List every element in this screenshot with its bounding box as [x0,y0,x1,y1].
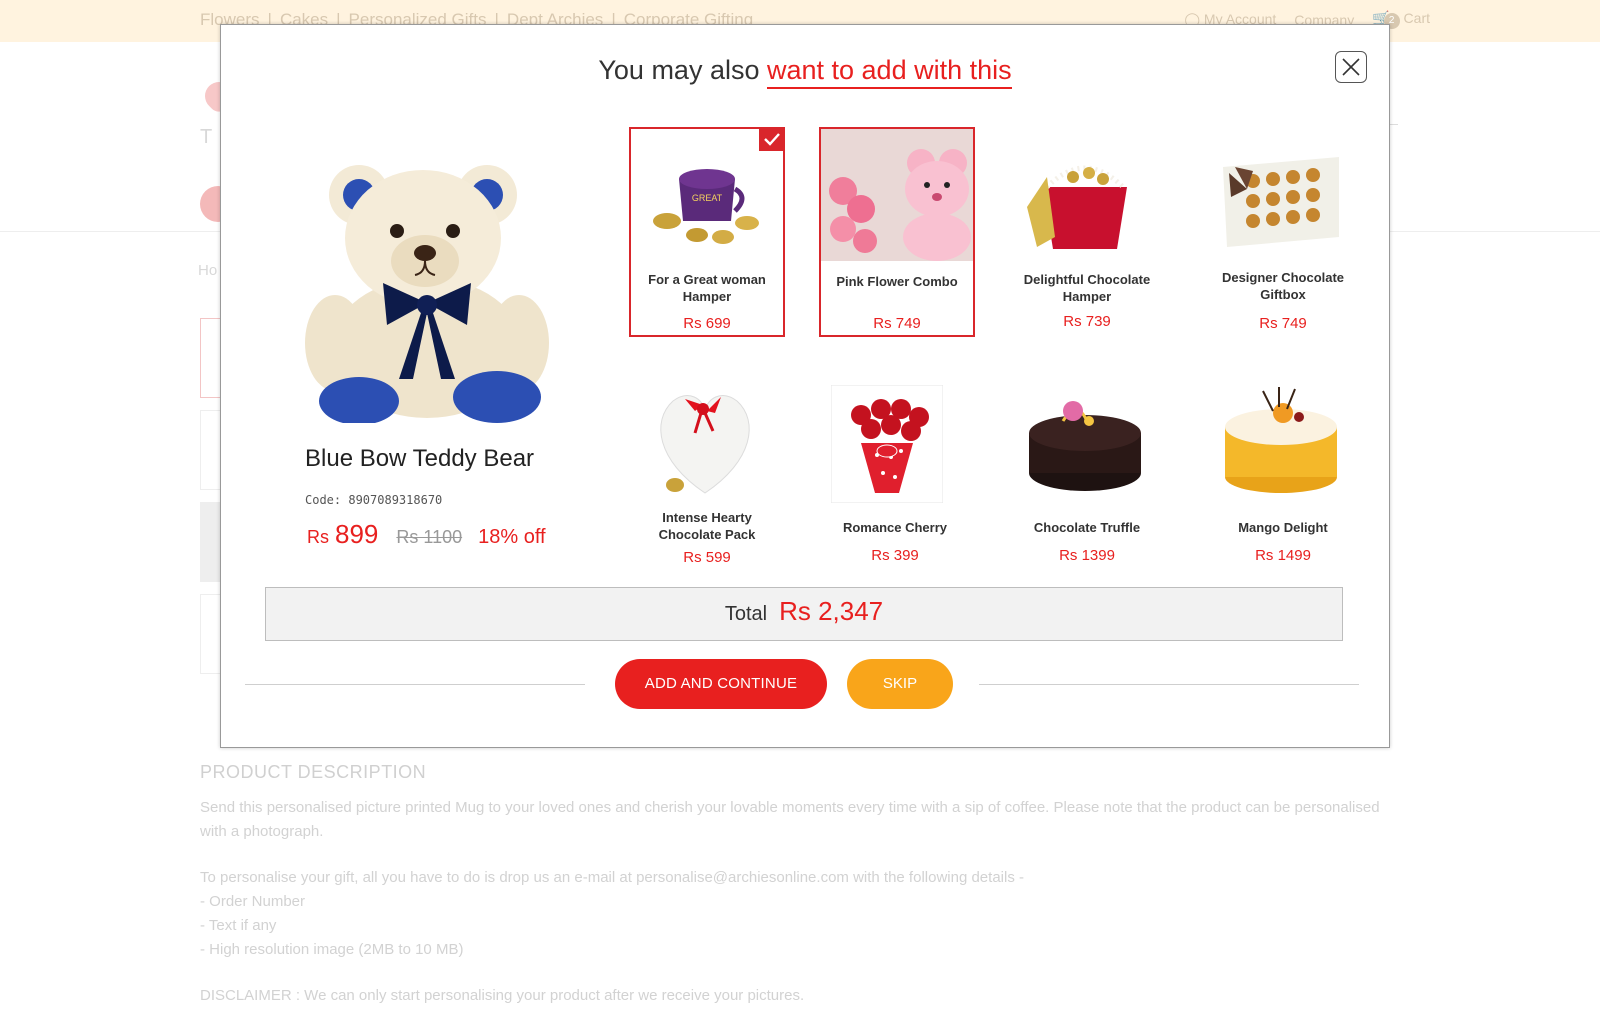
teddy-bear-image [305,165,549,425]
addon-price: Rs 599 [683,549,731,566]
option-box[interactable] [200,318,222,398]
addon-card-mango-delight[interactable]: Mango Delight Rs 1499 [1205,371,1361,581]
close-icon [1342,58,1360,76]
breadcrumb-home[interactable]: Ho [198,262,217,279]
chocolate-hamper-image [1027,165,1127,249]
modal-title-plain: You may also [598,55,767,85]
addon-price: Rs 399 [871,547,919,564]
modal-title-accent: want to add with this [766,55,1012,89]
addon-card-romance-cherry[interactable]: Romance Cherry Rs 399 [817,371,973,581]
addon-price: Rs 749 [873,315,921,332]
description-paragraph: Send this personalised picture printed M… [200,799,1380,840]
skip-button[interactable]: SKIP [847,659,953,709]
addon-card-great-woman-hamper[interactable]: GREAT For a Great woman Hamper Rs 699 [629,127,785,337]
upsell-modal: You may also want to add with this Blue … [220,24,1390,748]
addon-card-delightful-chocolate-hamper[interactable]: Delightful Chocolate Hamper Rs 739 [1009,127,1165,337]
option-box[interactable] [200,410,222,490]
mango-delight-cake-image [1225,387,1337,493]
main-product-code: Code: 8907089318670 [305,493,443,507]
addon-name: Delightful Chocolate Hamper [1023,272,1151,304]
addon-name: Chocolate Truffle [1033,520,1141,535]
price-currency: Rs [307,527,329,547]
addon-name: For a Great woman Hamper [648,272,766,304]
cart-label: Cart [1403,10,1430,26]
addon-name: Mango Delight [1238,520,1328,535]
option-box[interactable] [200,502,222,582]
hamper-image: GREAT [653,169,759,244]
romance-cherry-bouquet-image [831,385,943,503]
instruction-item: - Order Number [200,893,306,910]
divider [979,684,1359,685]
chocolate-giftbox-image [1223,157,1339,247]
total-value: Rs 2,347 [779,596,884,626]
addon-card-intense-hearty-chocolate-pack[interactable]: Intense Hearty Chocolate Pack Rs 599 [629,371,785,581]
addon-price: Rs 749 [1259,315,1307,332]
total-bar: Total Rs 2,347 [265,587,1343,641]
pink-flower-combo-image [821,129,973,261]
addon-name: Designer Chocolate Giftbox [1221,270,1345,302]
total-label: Total [724,603,768,625]
price-original: Rs 1100 [396,527,463,547]
main-product-price: Rs 899 Rs 1100 18% off [307,519,546,550]
instruction-item: - High resolution image (2MB to 10 MB) [200,941,464,958]
chocolate-truffle-cake-image [1029,401,1141,491]
addon-price: Rs 699 [683,315,731,332]
instruction-item: - Text if any [200,917,277,934]
addon-price: Rs 1399 [1059,547,1115,564]
option-box[interactable] [200,594,222,674]
addon-card-designer-chocolate-giftbox[interactable]: Designer Chocolate Giftbox Rs 749 [1205,127,1361,337]
disclaimer: DISCLAIMER : We can only start personali… [200,987,805,1004]
personalise-instructions: To personalise your gift, all you have t… [200,866,1400,962]
price-current: 899 [335,519,379,549]
addon-name: Romance Cherry [842,520,948,535]
addon-price: Rs 739 [1063,313,1111,330]
add-and-continue-button[interactable]: ADD AND CONTINUE [615,659,827,709]
addon-price: Rs 1499 [1255,547,1311,564]
heart-chocolate-pack-image [660,395,750,494]
price-discount: 18% off [478,526,546,548]
addon-card-chocolate-truffle[interactable]: Chocolate Truffle Rs 1399 [1009,371,1165,581]
product-description: PRODUCT DESCRIPTION Send this personalis… [200,760,1400,1017]
divider [245,684,585,685]
svg-text:GREAT: GREAT [692,193,723,203]
addon-name: Pink Flower Combo [836,274,958,289]
instructions-intro: To personalise your gift, all you have t… [200,869,1024,886]
modal-title: You may also want to add with this [221,55,1389,89]
main-product-name: Blue Bow Teddy Bear [305,445,535,472]
addon-card-pink-flower-combo[interactable]: Pink Flower Combo Rs 749 [819,127,975,337]
main-product-image [287,143,567,425]
addon-name: Intense Hearty Chocolate Pack [658,510,756,542]
close-button[interactable] [1335,51,1367,83]
logo-text: T [200,126,213,148]
description-heading: PRODUCT DESCRIPTION [200,762,427,782]
